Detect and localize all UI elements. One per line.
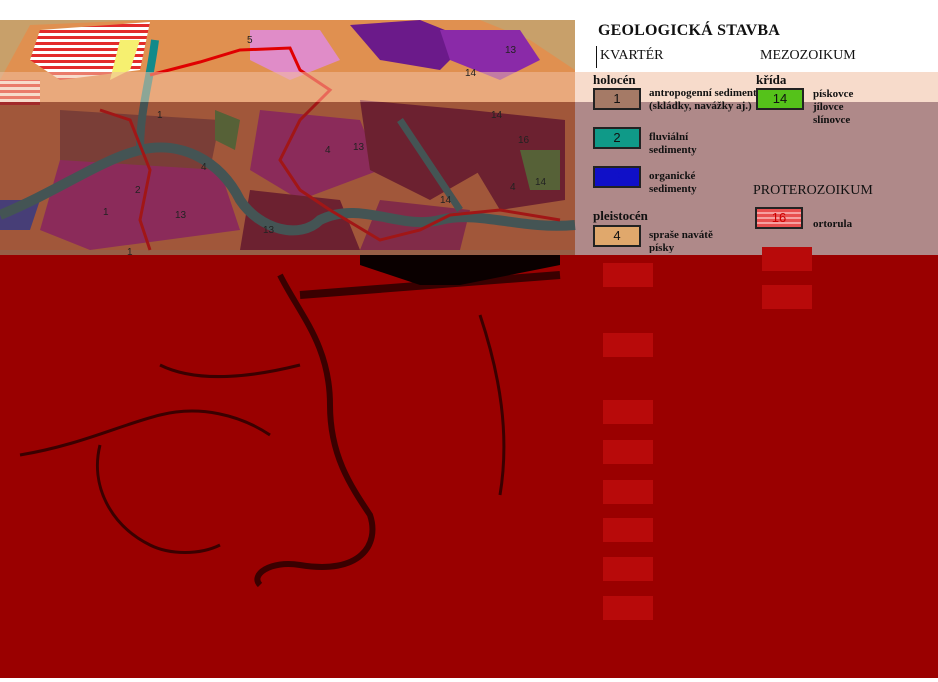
legend-swatch xyxy=(762,247,812,271)
legend-swatch-2: 2 xyxy=(593,127,641,149)
overlay-band xyxy=(0,102,938,255)
period-pleistocen: pleistocén xyxy=(593,208,648,223)
era-kvarter: KVARTÉR xyxy=(600,48,664,63)
divider xyxy=(596,46,597,68)
era-mezozoikum: MEZOZOIKUM xyxy=(760,48,856,63)
legend-swatch-16: 16 xyxy=(755,207,803,229)
legend-swatch xyxy=(603,333,653,357)
legend-swatch-14: 14 xyxy=(756,88,804,110)
legend-swatch xyxy=(603,518,653,542)
legend-swatch xyxy=(603,557,653,581)
era-proterozoikum: PROTEROZOIKUM xyxy=(753,183,873,198)
legend-swatch xyxy=(762,285,812,309)
legend-swatch xyxy=(603,480,653,504)
legend-label-3: organické sedimenty xyxy=(649,170,697,195)
legend-swatch-4: 4 xyxy=(593,225,641,247)
legend-label-16: ortorula xyxy=(813,218,853,230)
legend-swatch xyxy=(603,440,653,464)
legend-swatch xyxy=(603,263,653,287)
legend-swatch xyxy=(603,400,653,424)
legend-label-4: spraše navátě písky xyxy=(649,229,713,253)
legend-title: GEOLOGICKÁ STAVBA xyxy=(598,22,780,39)
legend-swatch-1: 1 xyxy=(593,88,641,110)
legend-swatch-3: 3 xyxy=(593,166,641,188)
legend-label-2: fluviální sedimenty xyxy=(649,131,697,156)
legend-label-14: pískovce jílovce slínovce xyxy=(813,88,854,126)
period-holocen: holocén xyxy=(593,72,636,87)
overlay-red-area xyxy=(0,255,938,678)
period-krida: křída xyxy=(756,72,787,87)
dark-map-lines xyxy=(19,255,561,588)
legend-swatch xyxy=(603,596,653,620)
